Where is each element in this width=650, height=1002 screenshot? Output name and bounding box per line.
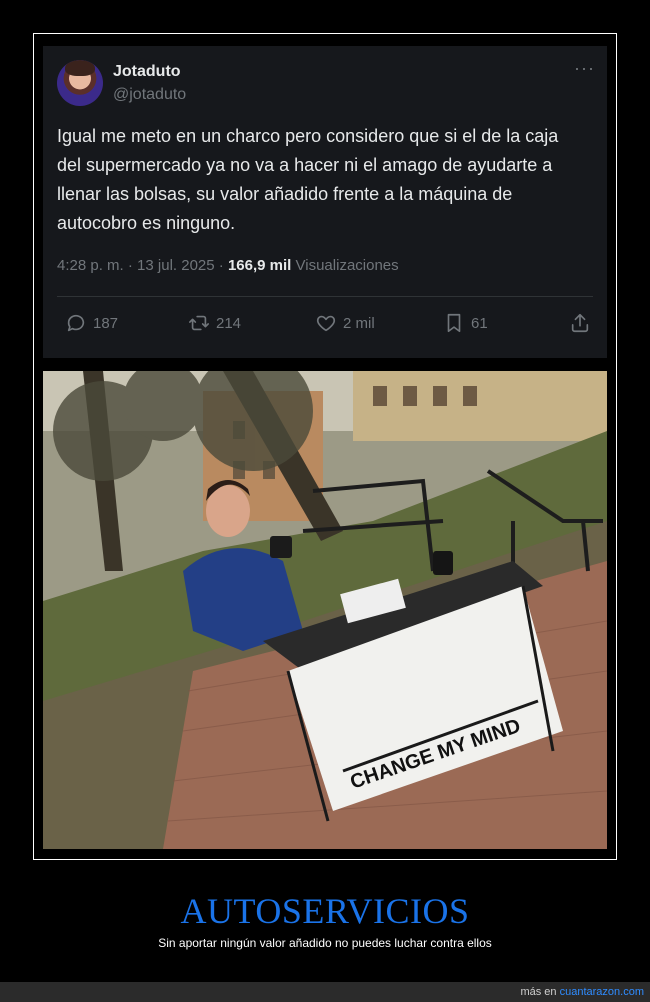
more-options-icon[interactable]: ··· xyxy=(574,58,595,79)
retweet-button[interactable]: 214 xyxy=(188,312,241,334)
source-bar: más en cuantarazon.com xyxy=(0,982,650,1002)
meme-image: CHANGE MY MIND xyxy=(43,371,607,849)
site-link[interactable]: cuantarazon.com xyxy=(560,986,644,998)
divider xyxy=(57,296,593,297)
views-label: Visualizaciones xyxy=(291,257,399,274)
heart-icon xyxy=(316,315,336,332)
post-title[interactable]: AUTOSERVICIOS xyxy=(0,890,650,932)
change-my-mind-photo: CHANGE MY MIND xyxy=(43,371,607,849)
tweet-actions: 187 214 2 mil 61 xyxy=(57,312,593,340)
share-icon xyxy=(571,313,589,333)
post-frame: Jotaduto @jotaduto ··· Igual me meto en … xyxy=(33,33,617,860)
retweet-count: 214 xyxy=(216,314,242,332)
tweet-card: Jotaduto @jotaduto ··· Igual me meto en … xyxy=(43,46,607,358)
reply-icon xyxy=(67,314,85,332)
bookmark-button[interactable]: 61 xyxy=(443,312,488,334)
bookmark-icon xyxy=(447,313,461,333)
tweet-time[interactable]: 4:28 p. m. xyxy=(57,257,124,274)
meta-separator: · xyxy=(214,257,228,274)
share-button[interactable] xyxy=(569,312,597,334)
like-button[interactable]: 2 mil xyxy=(315,312,375,334)
tweet-text: Igual me meto en un charco pero consider… xyxy=(57,126,559,233)
bookmark-count: 61 xyxy=(471,314,488,332)
post-subtitle: Sin aportar ningún valor añadido no pued… xyxy=(158,936,492,950)
reply-count: 187 xyxy=(93,314,119,332)
user-handle[interactable]: @jotaduto xyxy=(113,86,186,104)
tweet-date[interactable]: 13 jul. 2025 xyxy=(137,257,215,274)
like-count: 2 mil xyxy=(343,314,375,332)
display-name[interactable]: Jotaduto xyxy=(113,63,181,81)
meta-separator: · xyxy=(123,257,138,274)
views-count: 166,9 mil xyxy=(227,257,292,274)
tweet-meta: 4:28 p. m. · 13 jul. 2025 · 166,9 mil Vi… xyxy=(57,257,399,274)
reply-button[interactable]: 187 xyxy=(65,312,118,334)
retweet-icon xyxy=(189,315,209,331)
source-prefix: más en xyxy=(520,986,560,998)
avatar[interactable] xyxy=(57,60,103,106)
